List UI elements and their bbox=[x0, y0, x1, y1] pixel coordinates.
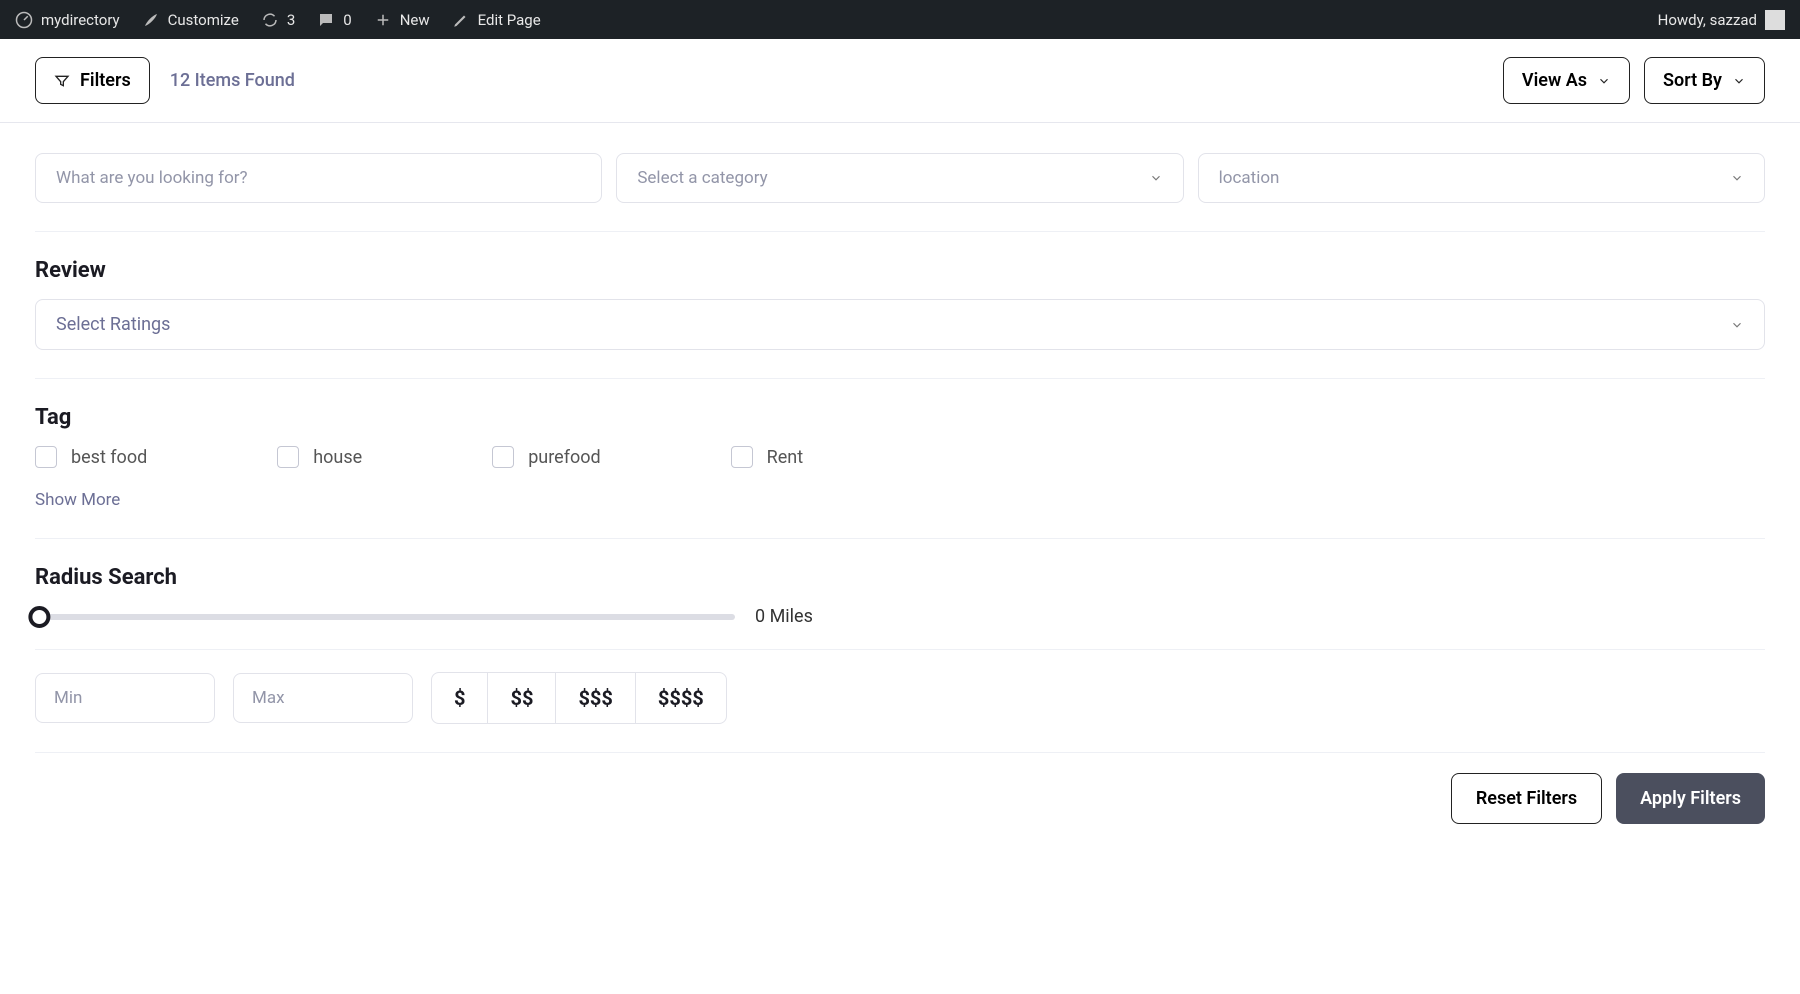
dashboard-icon bbox=[15, 11, 33, 29]
tag-label: best food bbox=[71, 447, 147, 468]
filter-actions: Reset Filters Apply Filters bbox=[35, 752, 1765, 824]
filters-button[interactable]: Filters bbox=[35, 57, 150, 104]
location-select[interactable]: location bbox=[1198, 153, 1765, 203]
radius-title: Radius Search bbox=[35, 565, 1765, 590]
radius-slider-thumb[interactable] bbox=[28, 606, 50, 628]
max-price-input[interactable] bbox=[233, 673, 413, 723]
chevron-down-icon bbox=[1730, 318, 1744, 332]
edit-page-link[interactable]: Edit Page bbox=[452, 11, 541, 29]
tag-label: purefood bbox=[528, 447, 600, 468]
tag-item: purefood bbox=[492, 446, 600, 468]
comment-icon bbox=[317, 11, 335, 29]
price-level-1[interactable]: $ bbox=[432, 673, 488, 723]
updates-link[interactable]: 3 bbox=[261, 11, 295, 29]
tag-item: house bbox=[277, 446, 362, 468]
filter-panel: Select a category location Review Select… bbox=[0, 123, 1800, 864]
tag-checkbox[interactable] bbox=[35, 446, 57, 468]
toolbar-right: View As Sort By bbox=[1503, 57, 1765, 104]
tag-checkbox[interactable] bbox=[731, 446, 753, 468]
view-as-label: View As bbox=[1522, 70, 1587, 91]
site-link[interactable]: mydirectory bbox=[15, 11, 120, 29]
chevron-down-icon bbox=[1597, 74, 1611, 88]
brush-icon bbox=[142, 11, 160, 29]
tag-title: Tag bbox=[35, 405, 1765, 430]
tag-checkbox[interactable] bbox=[492, 446, 514, 468]
price-level-group: $ $$ $$$ $$$$ bbox=[431, 672, 727, 724]
location-placeholder: location bbox=[1219, 168, 1280, 188]
sort-by-label: Sort By bbox=[1663, 70, 1722, 91]
price-row: $ $$ $$$ $$$$ bbox=[35, 649, 1765, 724]
items-found: 12 Items Found bbox=[170, 70, 295, 91]
greeting-text: Howdy, sazzad bbox=[1658, 11, 1757, 29]
filters-label: Filters bbox=[80, 70, 131, 91]
chevron-down-icon bbox=[1732, 74, 1746, 88]
tag-label: house bbox=[313, 447, 362, 468]
user-greeting[interactable]: Howdy, sazzad bbox=[1658, 10, 1785, 30]
customize-label: Customize bbox=[168, 11, 239, 29]
tag-item: best food bbox=[35, 446, 147, 468]
new-link[interactable]: New bbox=[374, 11, 430, 29]
tag-section: Tag best food house purefood Rent Show M… bbox=[35, 378, 1765, 538]
sort-by-button[interactable]: Sort By bbox=[1644, 57, 1765, 104]
updates-count: 3 bbox=[287, 11, 295, 29]
radius-section: Radius Search 0 Miles $ $$ $$$ $$$$ bbox=[35, 538, 1765, 752]
category-placeholder: Select a category bbox=[637, 168, 767, 188]
tag-item: Rent bbox=[731, 446, 803, 468]
new-label: New bbox=[400, 11, 430, 29]
price-level-2[interactable]: $$ bbox=[488, 673, 556, 723]
comments-link[interactable]: 0 bbox=[317, 11, 351, 29]
site-name: mydirectory bbox=[41, 11, 120, 29]
tags-row: best food house purefood Rent bbox=[35, 446, 1765, 468]
price-level-4[interactable]: $$$$ bbox=[636, 673, 726, 723]
chevron-down-icon bbox=[1149, 171, 1163, 185]
listing-toolbar: Filters 12 Items Found View As Sort By bbox=[0, 39, 1800, 123]
review-title: Review bbox=[35, 258, 1765, 283]
search-row: Select a category location bbox=[35, 153, 1765, 203]
reset-filters-button[interactable]: Reset Filters bbox=[1451, 773, 1602, 824]
review-section: Review Select Ratings bbox=[35, 231, 1765, 378]
radius-slider[interactable] bbox=[35, 614, 735, 620]
filter-icon bbox=[54, 73, 70, 89]
refresh-icon bbox=[261, 11, 279, 29]
apply-filters-button[interactable]: Apply Filters bbox=[1616, 773, 1765, 824]
show-more-link[interactable]: Show More bbox=[35, 490, 1765, 510]
comments-count: 0 bbox=[343, 11, 351, 29]
admin-bar-left: mydirectory Customize 3 0 New Edit Page bbox=[15, 11, 541, 29]
plus-icon bbox=[374, 11, 392, 29]
search-input[interactable] bbox=[35, 153, 602, 203]
tag-checkbox[interactable] bbox=[277, 446, 299, 468]
admin-bar: mydirectory Customize 3 0 New Edit Page … bbox=[0, 0, 1800, 39]
min-price-input[interactable] bbox=[35, 673, 215, 723]
radius-slider-row: 0 Miles bbox=[35, 606, 1765, 627]
toolbar-left: Filters 12 Items Found bbox=[35, 57, 295, 104]
chevron-down-icon bbox=[1730, 171, 1744, 185]
admin-bar-right: Howdy, sazzad bbox=[1658, 10, 1785, 30]
ratings-placeholder: Select Ratings bbox=[56, 314, 170, 335]
category-select[interactable]: Select a category bbox=[616, 153, 1183, 203]
customize-link[interactable]: Customize bbox=[142, 11, 239, 29]
tag-label: Rent bbox=[767, 447, 803, 468]
price-level-3[interactable]: $$$ bbox=[556, 673, 635, 723]
avatar bbox=[1765, 10, 1785, 30]
edit-page-label: Edit Page bbox=[478, 11, 541, 29]
view-as-button[interactable]: View As bbox=[1503, 57, 1630, 104]
radius-value: 0 Miles bbox=[755, 606, 813, 627]
ratings-select[interactable]: Select Ratings bbox=[35, 299, 1765, 350]
pencil-icon bbox=[452, 11, 470, 29]
